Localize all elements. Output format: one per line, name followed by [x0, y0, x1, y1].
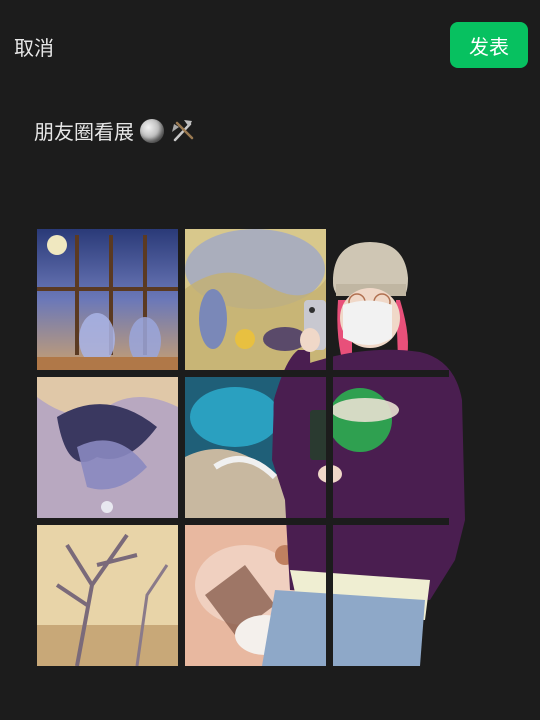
image-tile-2[interactable]: [185, 229, 326, 370]
image-grid: [37, 229, 449, 666]
image-tile-8[interactable]: [185, 525, 326, 666]
image-tile-1[interactable]: [37, 229, 178, 370]
image-tile-9[interactable]: [333, 525, 474, 666]
cancel-button[interactable]: 取消: [14, 32, 54, 61]
caption-text: 朋友圈看展: [34, 120, 134, 144]
moon-ball-icon: [140, 118, 164, 143]
image-tile-7[interactable]: [37, 525, 178, 666]
publish-button[interactable]: 发表: [450, 22, 528, 68]
image-tile-6[interactable]: [333, 377, 474, 518]
post-caption[interactable]: 朋友圈看展: [34, 116, 196, 145]
image-tile-5[interactable]: [185, 377, 326, 518]
hammer-pick-icon: [170, 118, 196, 144]
image-tile-4[interactable]: [37, 377, 178, 518]
image-tile-3[interactable]: [333, 229, 474, 370]
